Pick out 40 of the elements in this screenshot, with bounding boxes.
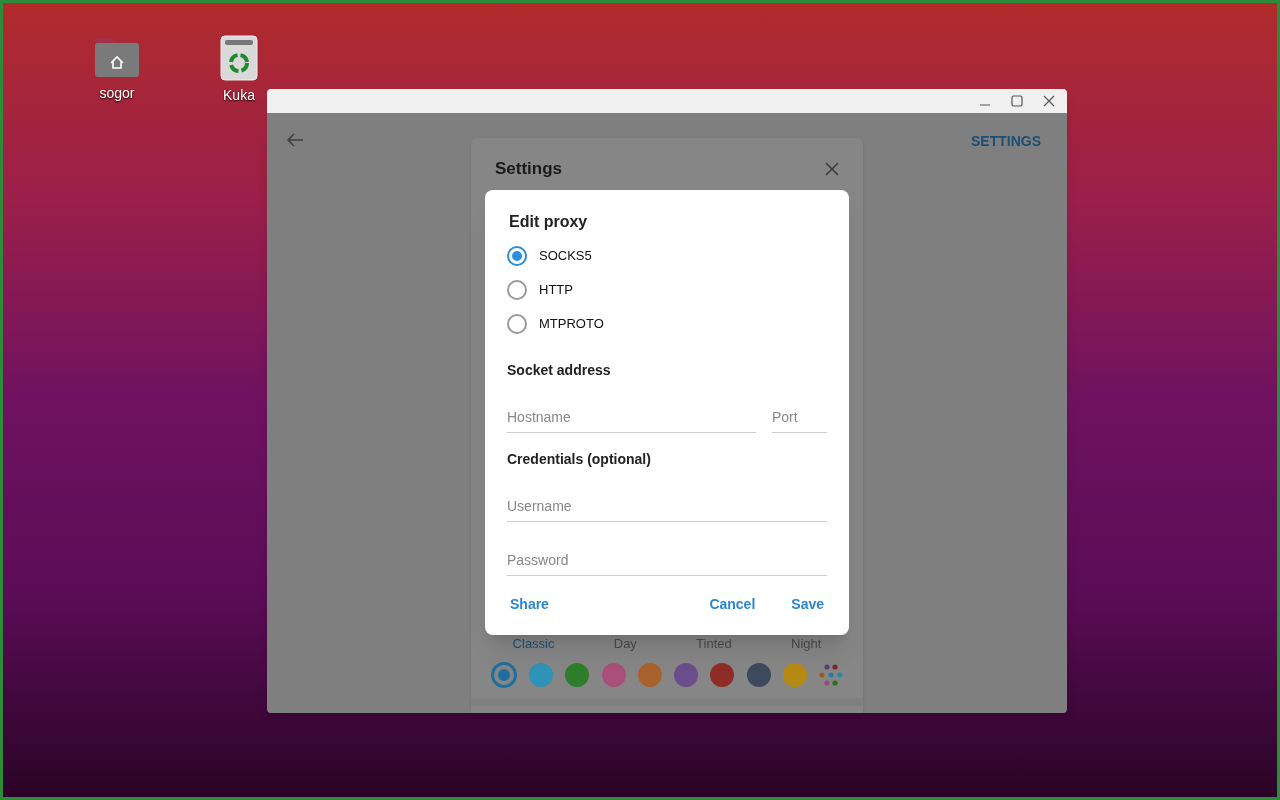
radio-button[interactable] [507, 280, 527, 300]
settings-title: Settings [495, 158, 563, 180]
back-arrow-icon[interactable] [286, 132, 304, 148]
color-swatch[interactable] [746, 663, 771, 687]
icon-label: sogor [99, 84, 135, 103]
maximize-icon[interactable] [1011, 95, 1023, 107]
color-swatch[interactable] [674, 663, 699, 687]
color-swatch[interactable] [601, 663, 626, 687]
cancel-button[interactable]: Cancel [706, 594, 759, 615]
color-swatch[interactable] [637, 663, 662, 687]
color-swatch[interactable] [565, 663, 590, 687]
home-folder-icon[interactable] [93, 35, 141, 79]
radio-button[interactable] [507, 246, 527, 266]
section-heading: Credentials (optional) [507, 450, 652, 469]
hostname-field[interactable]: Hostname [507, 401, 756, 433]
recycle-bin-icon[interactable] [220, 35, 258, 81]
close-icon[interactable] [825, 161, 839, 176]
theme-option[interactable]: Classic [512, 634, 555, 654]
radio-option[interactable]: HTTP [507, 280, 827, 300]
palette-dots-icon[interactable] [818, 663, 843, 687]
color-swatch[interactable] [782, 663, 807, 687]
radio-button[interactable] [507, 314, 527, 334]
theme-option[interactable]: Night [791, 634, 822, 654]
color-swatch[interactable] [529, 663, 554, 687]
username-field[interactable]: Username [507, 490, 827, 522]
save-button[interactable]: Save [788, 594, 827, 615]
radio-option[interactable]: MTPROTO [507, 314, 827, 334]
password-field[interactable]: Password [507, 544, 827, 576]
share-button[interactable]: Share [507, 594, 552, 615]
port-field[interactable]: Port [772, 401, 827, 433]
section-heading: Socket address [507, 361, 612, 380]
radio-option[interactable]: SOCKS5 [507, 246, 827, 266]
dialog-title: Edit proxy [509, 212, 589, 232]
color-swatch[interactable] [710, 663, 735, 687]
theme-option[interactable]: Day [613, 634, 637, 654]
theme-option[interactable]: Tinted [696, 634, 732, 654]
settings-link[interactable]: SETTINGS [971, 131, 1041, 152]
close-icon[interactable] [1043, 95, 1055, 107]
color-swatch[interactable] [491, 662, 517, 688]
icon-label: Kuka [223, 86, 255, 105]
